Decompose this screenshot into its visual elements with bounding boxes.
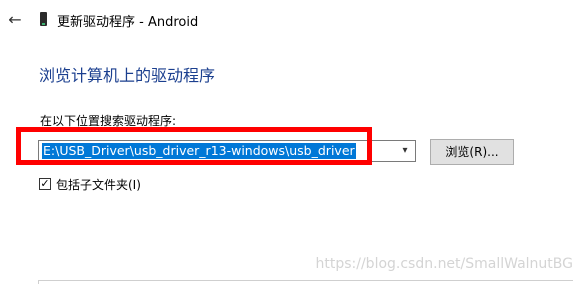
bottom-panel-edge [38,280,573,284]
page-heading: 浏览计算机上的驱动程序 [39,66,216,85]
back-icon[interactable]: ← [4,9,26,31]
window-title: 更新驱动程序 - Android [57,15,199,30]
watermark: https://blog.csdn.net/SmallWalnutBG [315,256,574,272]
chevron-down-icon[interactable]: ▾ [397,142,413,160]
browse-button[interactable]: 浏览(R)... [430,139,514,165]
include-subfolders-checkbox[interactable]: ✓ [39,178,51,190]
include-subfolders-label[interactable]: 包括子文件夹(I) [56,176,141,193]
red-highlight-annotation [16,127,372,165]
device-icon [40,12,47,26]
